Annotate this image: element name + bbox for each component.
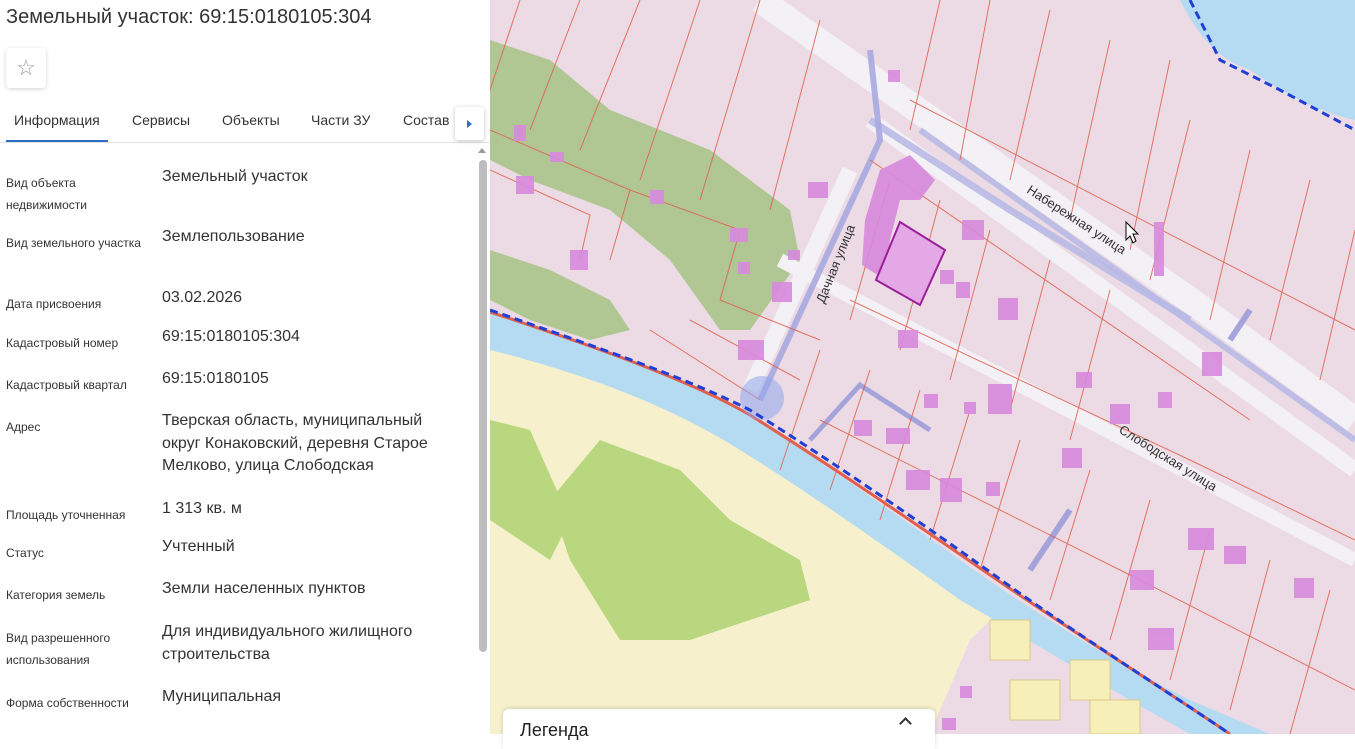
map-view[interactable]: Набережная улица Дачная улица Слободская… bbox=[490, 0, 1355, 734]
chevron-right-icon bbox=[467, 119, 472, 128]
field-value: Землепользование bbox=[162, 228, 305, 245]
field-label: Адрес bbox=[6, 420, 41, 434]
field-label: Статус bbox=[6, 546, 44, 560]
star-icon: ☆ bbox=[16, 55, 36, 80]
field-value: 69:15:0180105:304 bbox=[162, 328, 300, 345]
page-title: Земельный участок: 69:15:0180105:304 bbox=[6, 6, 372, 28]
legend-panel[interactable]: Легенда bbox=[503, 709, 935, 749]
field-label: Площадь уточненная bbox=[6, 508, 126, 522]
field-label: Вид земельного участка bbox=[6, 236, 141, 250]
field-label: Дата присвоения bbox=[6, 297, 102, 311]
tabs-scroll-right-button[interactable] bbox=[455, 107, 484, 140]
scrollbar-thumb[interactable] bbox=[479, 160, 487, 652]
field-value: Тверская область, муниципальный округ Ко… bbox=[162, 412, 428, 474]
field-value: Муниципальная bbox=[162, 688, 282, 705]
scroll-up-arrow-icon[interactable] bbox=[478, 148, 486, 153]
location-marker bbox=[740, 376, 784, 420]
tab-services[interactable]: Сервисы bbox=[132, 112, 190, 128]
field-label: Форма собственности bbox=[6, 696, 129, 710]
tab-objects[interactable]: Объекты bbox=[222, 112, 280, 128]
field-value: 69:15:0180105 bbox=[162, 370, 269, 387]
field-value: Учтенный bbox=[162, 538, 235, 555]
info-list: Вид объекта недвижимости Земельный участ… bbox=[0, 145, 470, 734]
field-value: Для индивидуального жилищного строительс… bbox=[162, 623, 413, 663]
field-label: Кадастровый номер bbox=[6, 336, 119, 350]
field-value: 1 313 кв. м bbox=[162, 500, 242, 517]
chevron-up-icon[interactable] bbox=[899, 717, 912, 730]
tab-parts[interactable]: Части ЗУ bbox=[311, 112, 370, 128]
field-value: Земли населенных пунктов bbox=[162, 580, 366, 597]
legend-title: Легенда bbox=[520, 720, 589, 740]
tab-composition[interactable]: Состав bbox=[403, 112, 449, 128]
field-value: 03.02.2026 bbox=[162, 289, 243, 306]
map-canvas[interactable]: Набережная улица Дачная улица Слободская… bbox=[490, 0, 1355, 734]
field-label: Кадастровый квартал bbox=[6, 378, 127, 392]
field-label: Вид разрешенного использования bbox=[6, 631, 111, 667]
field-label: Категория земель bbox=[6, 588, 106, 602]
tab-information[interactable]: Информация bbox=[6, 112, 108, 142]
tab-bar: Информация Сервисы Объекты Части ЗУ Сост… bbox=[0, 104, 490, 143]
info-panel: Земельный участок: 69:15:0180105:304 ☆ И… bbox=[0, 0, 490, 734]
field-value: Земельный участок bbox=[162, 168, 308, 185]
field-label: Вид объекта недвижимости bbox=[6, 176, 87, 212]
favorite-button[interactable]: ☆ bbox=[6, 48, 46, 88]
